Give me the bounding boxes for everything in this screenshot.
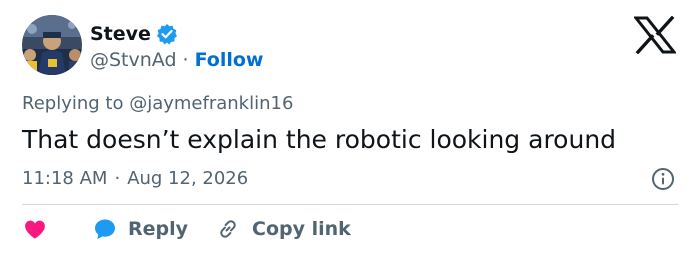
tweet-time: 11:18 AM bbox=[22, 168, 108, 189]
replying-to-mention[interactable]: @jaymefranklin16 bbox=[129, 93, 293, 114]
reply-bubble-icon bbox=[95, 219, 115, 239]
handle-row: @StvnAd · Follow bbox=[90, 47, 263, 73]
info-icon[interactable] bbox=[651, 167, 675, 191]
avatar-photo bbox=[22, 15, 82, 75]
like-button[interactable] bbox=[22, 216, 48, 242]
handle-separator: · bbox=[182, 49, 189, 71]
display-name[interactable]: Steve bbox=[90, 21, 151, 47]
tweet-text: That doesn’t explain the robotic looking… bbox=[22, 125, 617, 154]
tweet-timestamp[interactable]: 11:18 AM · Aug 12, 2026 bbox=[22, 166, 248, 192]
copy-link-label: Copy link bbox=[252, 218, 351, 240]
follow-button[interactable]: Follow bbox=[195, 47, 264, 73]
verified-badge-icon bbox=[156, 23, 178, 45]
timestamp-separator: · bbox=[114, 168, 121, 189]
x-logo-icon[interactable] bbox=[632, 15, 678, 55]
user-handle[interactable]: @StvnAd bbox=[90, 47, 177, 73]
display-name-row: Steve bbox=[90, 21, 178, 47]
replying-prefix: Replying to bbox=[22, 93, 130, 114]
heart-icon bbox=[25, 220, 45, 239]
link-icon bbox=[220, 220, 236, 238]
reply-button[interactable]: Reply bbox=[48, 216, 188, 242]
tweet-date: Aug 12, 2026 bbox=[127, 168, 249, 189]
tweet-embed-card: Steve @StvnAd · Follow Replying to @jaym… bbox=[0, 0, 700, 256]
reply-label: Reply bbox=[128, 218, 189, 240]
replying-to-line: Replying to @jaymefranklin16 bbox=[22, 91, 293, 117]
copy-link-button[interactable]: Copy link bbox=[188, 217, 351, 241]
avatar[interactable] bbox=[22, 15, 82, 75]
action-bar: Reply Copy link bbox=[22, 214, 351, 244]
divider bbox=[22, 204, 678, 205]
